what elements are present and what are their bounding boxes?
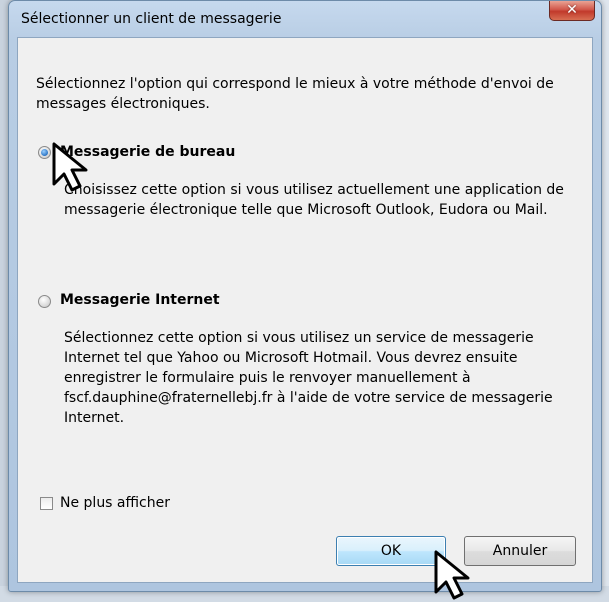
radio-internet-mail[interactable] [38,295,51,308]
select-mail-client-dialog: Sélectionner un client de messagerie ✕ S… [8,0,602,592]
ok-button[interactable]: OK [336,536,446,566]
close-icon: ✕ [566,2,578,18]
dialog-title: Sélectionner un client de messagerie [21,11,282,27]
dont-show-again-label[interactable]: Ne plus afficher [60,495,170,511]
mouse-pointer-icon [52,142,88,192]
title-bar[interactable]: Sélectionner un client de messagerie ✕ [9,1,601,37]
dialog-body: Sélectionnez l'option qui correspond le … [17,37,593,583]
mouse-pointer-icon [434,550,470,600]
close-button[interactable]: ✕ [549,1,595,21]
dont-show-again-checkbox[interactable] [40,497,53,510]
option-desktop-mail-description: Choisissez cette option si vous utilisez… [64,182,564,218]
option-internet-mail-label[interactable]: Messagerie Internet [60,292,220,308]
intro-text: Sélectionnez l'option qui correspond le … [36,76,554,112]
option-internet-mail-description: Sélectionnez cette option si vous utilis… [64,330,553,426]
